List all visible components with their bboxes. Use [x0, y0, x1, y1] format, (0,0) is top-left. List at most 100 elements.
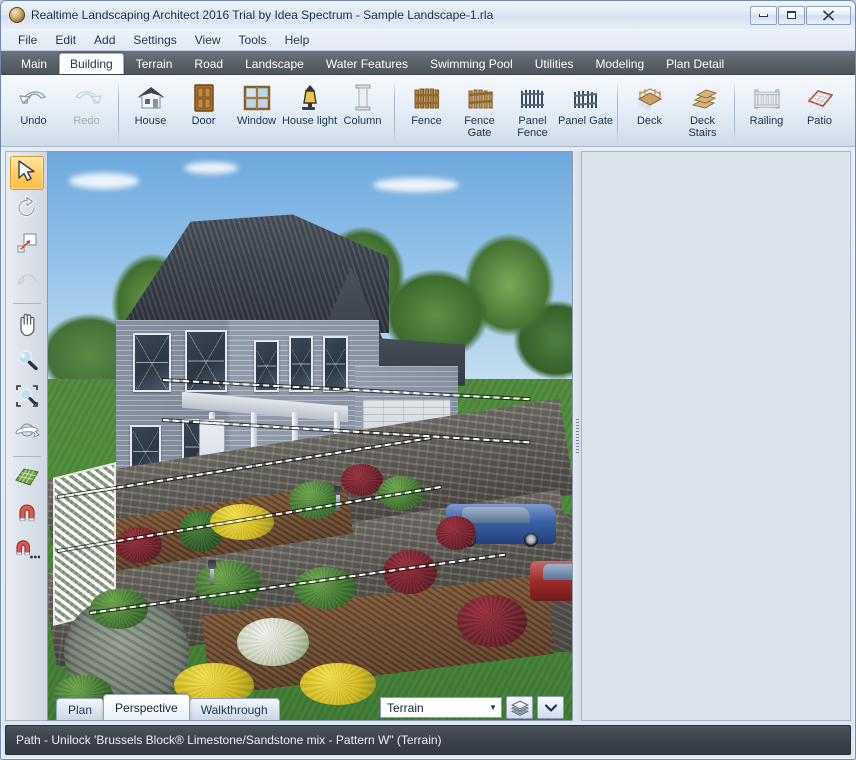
design-viewport[interactable]: Plan Perspective Walkthrough Terrain ▼ — [47, 151, 573, 721]
shrub-red-1[interactable] — [116, 526, 163, 563]
house-light-icon — [293, 82, 327, 114]
splitter-grip-icon — [575, 419, 579, 453]
tool-separator — [12, 456, 41, 457]
pan-tool-button[interactable] — [10, 309, 44, 343]
view-tab-perspective[interactable]: Perspective — [103, 694, 190, 720]
fence-gate-button[interactable]: Fence Gate — [453, 78, 506, 146]
chevron-down-icon — [544, 703, 557, 712]
tab-water-features[interactable]: Water Features — [316, 53, 418, 74]
menu-item-settings[interactable]: Settings — [124, 30, 185, 50]
rotate-tool-button[interactable] — [10, 192, 44, 226]
viewport-controls: Terrain ▼ — [380, 696, 564, 720]
panel-gate-label: Panel Gate — [557, 115, 614, 127]
layer-select[interactable]: Terrain ▼ — [380, 697, 502, 718]
resize-tool-button[interactable] — [10, 228, 44, 262]
column-label: Column — [343, 115, 382, 127]
pan-hand-icon — [15, 311, 39, 342]
menu-item-file[interactable]: File — [9, 30, 46, 50]
patio-stairs-button[interactable]: Patio Stairs — [846, 78, 855, 146]
view-tab-plan[interactable]: Plan — [56, 698, 105, 720]
panel-splitter[interactable] — [573, 151, 581, 721]
menu-item-view[interactable]: View — [186, 30, 230, 50]
zoom-tool-button[interactable] — [10, 345, 44, 379]
deck-stairs-button[interactable]: Deck Stairs — [676, 78, 729, 146]
fence-gate-label: Fence Gate — [464, 115, 495, 139]
railing-button[interactable]: Railing — [740, 78, 793, 146]
layers-icon — [510, 699, 529, 716]
tab-landscape[interactable]: Landscape — [235, 53, 314, 74]
curve-edit-icon — [15, 268, 39, 295]
redo-label: Redo — [73, 115, 100, 127]
house-button[interactable]: House — [124, 78, 177, 146]
house-light-button[interactable]: House light — [282, 78, 337, 146]
tab-utilities[interactable]: Utilities — [525, 53, 584, 74]
grid-toggle-button[interactable] — [10, 462, 44, 496]
ribbon-toolbar: Undo Redo House Door Window House light … — [1, 75, 855, 147]
maximize-button[interactable] — [778, 5, 805, 25]
snap-magnet-button[interactable] — [10, 498, 44, 532]
door-icon — [187, 82, 221, 114]
window-upper-4 — [288, 336, 314, 393]
tab-main[interactable]: Main — [11, 53, 57, 74]
curve-edit-tool-button[interactable] — [10, 264, 44, 298]
patio-icon — [803, 82, 837, 114]
menu-item-add[interactable]: Add — [85, 30, 124, 50]
window-button[interactable]: Window — [230, 78, 283, 146]
shrub-red-5[interactable] — [456, 595, 527, 648]
tab-terrain[interactable]: Terrain — [126, 53, 183, 74]
menu-item-tools[interactable]: Tools — [230, 30, 276, 50]
close-button[interactable] — [806, 5, 851, 25]
deck-label: Deck — [636, 115, 663, 127]
window-upper-5 — [323, 336, 348, 393]
door-button[interactable]: Door — [177, 78, 230, 146]
car-windshield — [542, 564, 572, 581]
layers-button[interactable] — [506, 696, 533, 719]
patio-button[interactable]: Patio — [793, 78, 846, 146]
view-tab-walkthrough[interactable]: Walkthrough — [188, 698, 280, 720]
shrub-green-5[interactable] — [194, 560, 261, 607]
orbit-tool-button[interactable] — [10, 417, 44, 451]
tab-swimming-pool[interactable]: Swimming Pool — [420, 53, 523, 74]
more-options-button[interactable] — [537, 696, 564, 719]
orbit-icon — [14, 421, 40, 448]
select-tool-button[interactable] — [9, 156, 44, 190]
minimize-button[interactable] — [750, 5, 777, 25]
tab-building[interactable]: Building — [59, 53, 124, 74]
resize-icon — [15, 231, 39, 260]
flowers-white-1[interactable] — [236, 617, 309, 666]
properties-panel[interactable] — [581, 151, 851, 721]
zoom-window-tool-button[interactable] — [10, 381, 44, 415]
chevron-down-icon: ▼ — [489, 703, 497, 712]
deck-stairs-label: Deck Stairs — [688, 115, 717, 139]
car-red[interactable] — [530, 560, 572, 601]
undo-button[interactable]: Undo — [7, 78, 60, 146]
window-icon — [240, 82, 274, 114]
fence-label: Fence — [411, 115, 442, 127]
maximize-icon — [787, 11, 796, 19]
column-button[interactable]: Column — [336, 78, 389, 146]
tab-plan-detail[interactable]: Plan Detail — [656, 53, 734, 74]
fence-button[interactable]: Fence — [400, 78, 453, 146]
menu-item-help[interactable]: Help — [276, 30, 319, 50]
flowers-yellow-3[interactable] — [299, 663, 376, 706]
door-label: Door — [191, 115, 216, 127]
column-icon — [346, 82, 380, 114]
undo-label: Undo — [20, 115, 47, 127]
scene-render — [48, 152, 572, 720]
panel-fence-button[interactable]: Panel Fence — [506, 78, 559, 146]
shrub-red-3[interactable] — [435, 515, 476, 550]
shrub-green-6[interactable] — [294, 566, 357, 609]
redo-button[interactable]: Redo — [60, 78, 113, 146]
path-lamp-2[interactable] — [208, 559, 217, 585]
window-title: Realtime Landscaping Architect 2016 Tria… — [31, 8, 494, 22]
window-label: Window — [236, 115, 277, 127]
select-arrow-icon — [16, 159, 38, 188]
deck-button[interactable]: Deck — [623, 78, 676, 146]
menu-item-edit[interactable]: Edit — [46, 30, 85, 50]
panel-gate-button[interactable]: Panel Gate — [557, 78, 614, 146]
tab-modeling[interactable]: Modeling — [585, 53, 654, 74]
tab-road[interactable]: Road — [184, 53, 233, 74]
snap-options-button[interactable] — [10, 534, 44, 568]
close-icon — [822, 9, 835, 21]
toolbar-separator — [118, 82, 119, 142]
